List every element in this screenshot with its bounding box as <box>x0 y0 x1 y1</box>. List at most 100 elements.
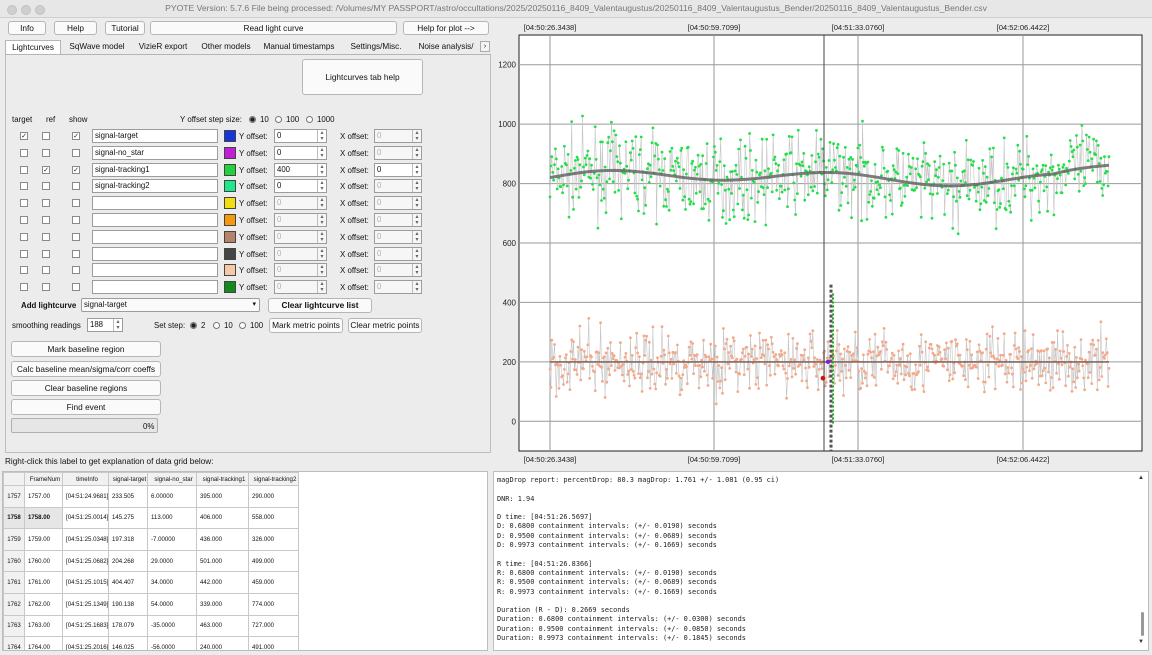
y-offset-spinbox[interactable]: 400 ▴ ▾ <box>274 162 327 177</box>
x-offset-spinbox[interactable]: 0 ▴ ▾ <box>374 129 422 143</box>
lightcurve-name-field[interactable]: signal-tracking2 <box>92 179 218 194</box>
table-cell[interactable]: [04:51:25.0014] <box>62 506 109 530</box>
table-cell[interactable]: 459.000 <box>248 571 299 594</box>
tab-other-models[interactable]: Other models <box>196 40 256 54</box>
table-cell[interactable]: 406.000 <box>196 506 249 530</box>
ref-checkbox[interactable]: ✓ <box>42 165 50 174</box>
spin-arrows-icon[interactable]: ▴ ▾ <box>412 214 421 226</box>
row-header[interactable]: 1762 <box>3 592 25 616</box>
table-cell[interactable]: 501.000 <box>196 549 249 573</box>
target-checkbox[interactable] <box>20 199 28 208</box>
table-cell[interactable]: 240.000 <box>196 636 249 650</box>
table-cell[interactable]: 558.000 <box>248 506 299 530</box>
y-offset-spinbox[interactable]: 0 ▴ ▾ <box>274 179 327 194</box>
x-offset-spinbox[interactable]: 0 ▴ ▾ <box>374 145 422 160</box>
lightcurve-color-swatch[interactable] <box>224 163 236 176</box>
add-lightcurve-select[interactable]: signal-target ▾ <box>81 298 260 312</box>
grid-column-header[interactable]: signal-target <box>108 472 148 486</box>
x-offset-spinbox[interactable]: 0 ▴ ▾ <box>374 213 422 227</box>
read-light-curve-button[interactable]: Read light curve <box>150 21 397 35</box>
target-checkbox[interactable] <box>20 182 28 191</box>
step-10-radio[interactable] <box>249 116 256 123</box>
table-cell[interactable]: 499.000 <box>248 549 299 573</box>
y-offset-spinbox[interactable]: 0 ▴ ▾ <box>274 213 327 227</box>
table-cell[interactable]: [04:51:25.0348] <box>62 528 109 551</box>
x-offset-spinbox[interactable]: 0 ▴ ▾ <box>374 246 422 261</box>
table-cell[interactable]: 145.275 <box>108 506 148 530</box>
spin-arrows-icon[interactable]: ▴ ▾ <box>412 264 421 277</box>
target-checkbox[interactable] <box>20 232 28 241</box>
tutorial-button[interactable]: Tutorial <box>105 21 145 35</box>
y-offset-spinbox[interactable]: 0 ▴ ▾ <box>274 145 327 160</box>
show-checkbox[interactable]: ✓ <box>72 132 80 140</box>
spin-arrows-icon[interactable]: ▴ ▾ <box>412 180 421 193</box>
spin-arrows-icon[interactable]: ▴ ▾ <box>412 130 421 142</box>
table-cell[interactable]: 1758.00 <box>24 506 63 530</box>
lightcurve-name-field[interactable] <box>92 246 218 261</box>
ref-checkbox[interactable] <box>42 132 50 140</box>
spin-arrows-icon[interactable]: ▴ ▾ <box>412 281 421 294</box>
info-button[interactable]: Info <box>8 21 46 35</box>
y-offset-spinbox[interactable]: 0 ▴ ▾ <box>274 229 327 244</box>
step-100-radio[interactable] <box>275 116 282 123</box>
lightcurve-name-field[interactable]: signal-no_star <box>92 145 218 160</box>
spin-arrows-icon[interactable]: ▴ ▾ <box>412 146 421 159</box>
scroll-up-icon[interactable]: ▲ <box>1138 475 1144 481</box>
spin-arrows-icon[interactable]: ▴ ▾ <box>317 180 326 193</box>
table-cell[interactable]: 204.268 <box>108 549 148 573</box>
spin-arrows-icon[interactable]: ▴ ▾ <box>317 230 326 243</box>
lightcurve-name-field[interactable]: signal-target <box>92 129 218 143</box>
table-cell[interactable]: [04:51:24.9681] <box>62 485 109 508</box>
set-step-100-radio[interactable] <box>239 322 246 329</box>
spin-arrows-icon[interactable]: ▴ ▾ <box>412 163 421 176</box>
table-cell[interactable]: [04:51:25.1349] <box>62 592 109 616</box>
table-cell[interactable]: 1759.00 <box>24 528 63 551</box>
report-scrollbar-thumb[interactable] <box>1141 612 1144 636</box>
table-cell[interactable]: 436.000 <box>196 528 249 551</box>
ref-checkbox[interactable] <box>42 182 50 191</box>
table-cell[interactable]: 34.0000 <box>147 571 197 594</box>
help-for-plot-button[interactable]: Help for plot --> <box>403 21 489 35</box>
show-checkbox[interactable] <box>72 283 80 292</box>
row-header[interactable]: 1761 <box>3 571 25 594</box>
spin-arrows-icon[interactable]: ▴ ▾ <box>317 197 326 210</box>
target-checkbox[interactable] <box>20 283 28 292</box>
row-header[interactable]: 1758 <box>3 506 25 530</box>
scroll-down-icon[interactable]: ▼ <box>1138 639 1144 645</box>
lightcurve-color-swatch[interactable] <box>224 247 236 260</box>
row-header[interactable]: 1759 <box>3 528 25 551</box>
lightcurve-name-field[interactable] <box>92 196 218 211</box>
spin-arrows-icon[interactable]: ▴ ▾ <box>317 163 326 176</box>
table-row[interactable]: 1763 1763.00 [04:51:25.1683] 178.079 -35.000… <box>3 614 299 638</box>
table-cell[interactable]: 727.000 <box>248 614 299 638</box>
lightcurve-color-swatch[interactable] <box>224 130 236 142</box>
table-cell[interactable]: 146.025 <box>108 636 148 650</box>
spin-arrows-icon[interactable]: ▴ ▾ <box>412 230 421 243</box>
table-cell[interactable]: 1764.00 <box>24 636 63 650</box>
ref-checkbox[interactable] <box>42 148 50 157</box>
data-grid[interactable]: FrameNum timeInfo signal-target signal-no_s… <box>2 471 488 651</box>
lightcurves-tab-help-button[interactable]: Lightcurves tab help <box>302 59 423 95</box>
table-cell[interactable]: 197.318 <box>108 528 148 551</box>
tab-scroll-right-icon[interactable]: › <box>480 41 490 52</box>
table-cell[interactable]: 1761.00 <box>24 571 63 594</box>
x-offset-spinbox[interactable]: 0 ▴ ▾ <box>374 263 422 278</box>
table-cell[interactable]: 1762.00 <box>24 592 63 616</box>
lightcurve-color-swatch[interactable] <box>224 264 236 277</box>
tab-settings-misc[interactable]: Settings/Misc. <box>342 40 410 54</box>
target-checkbox[interactable] <box>20 216 28 224</box>
table-cell[interactable]: 1757.00 <box>24 485 63 508</box>
smoothing-readings-spinbox[interactable]: 188 ▴ ▾ <box>87 318 123 332</box>
table-cell[interactable]: 442.000 <box>196 571 249 594</box>
table-cell[interactable]: 395.000 <box>196 485 249 508</box>
table-cell[interactable]: 113.000 <box>147 506 197 530</box>
show-checkbox[interactable] <box>72 216 80 224</box>
target-checkbox[interactable] <box>20 249 28 258</box>
table-cell[interactable]: 774.000 <box>248 592 299 616</box>
table-cell[interactable]: [04:51:25.0682] <box>62 549 109 573</box>
table-cell[interactable]: 339.000 <box>196 592 249 616</box>
spin-arrows-icon[interactable]: ▴ ▾ <box>412 247 421 260</box>
table-cell[interactable]: [04:51:25.1015] <box>62 571 109 594</box>
calc-baseline-button[interactable]: Calc baseline mean/sigma/corr coeffs <box>11 361 161 377</box>
table-cell[interactable]: 178.079 <box>108 614 148 638</box>
